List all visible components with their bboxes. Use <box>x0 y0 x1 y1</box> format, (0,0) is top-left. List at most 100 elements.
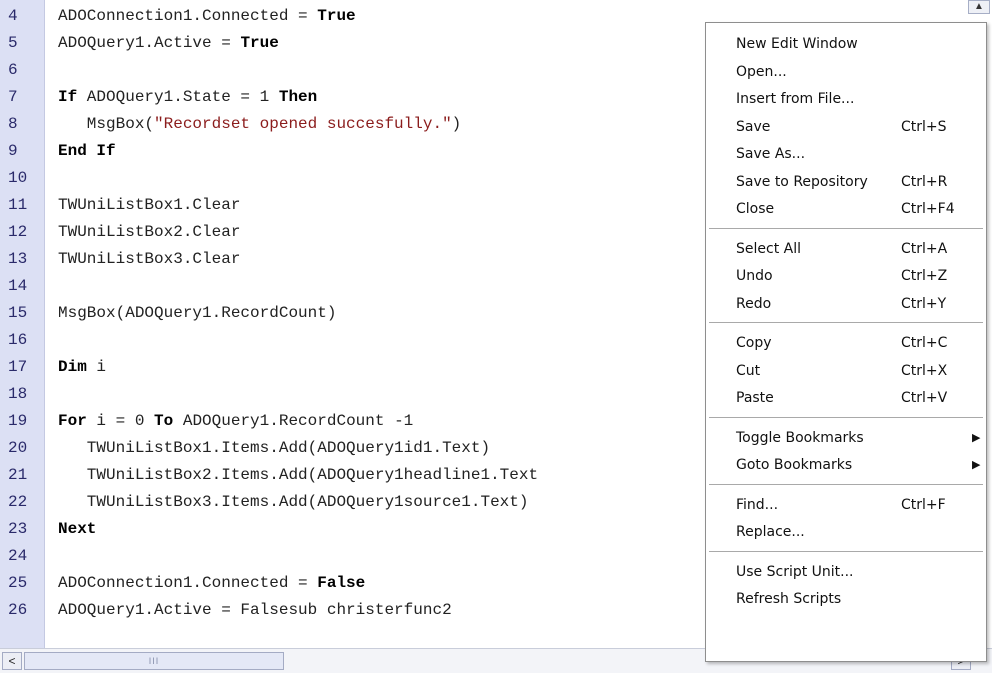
menu-item-copy[interactable]: Copy Ctrl+C <box>706 330 986 356</box>
line-number: 18 <box>8 385 28 403</box>
menu-item-label: New Edit Window <box>736 36 858 52</box>
menu-item-label: Open... <box>736 63 787 80</box>
menu-item-shortcut: Ctrl+F4 <box>901 201 955 217</box>
code-text[interactable]: ADOConnection1.Connected = False <box>58 570 365 597</box>
menu-item-redo[interactable]: Redo Ctrl+Y <box>706 291 986 317</box>
keyword-token: To <box>154 412 174 430</box>
code-text[interactable]: TWUniListBox3.Items.Add(ADOQuery1source1… <box>58 489 529 516</box>
menu-item-shortcut: Ctrl+S <box>901 118 947 135</box>
code-text[interactable]: ADOQuery1.Active = True <box>58 30 279 57</box>
line-number: 20 <box>8 439 28 457</box>
menu-item-label: Cut <box>736 362 761 379</box>
menu-item-save-as[interactable]: Save As... <box>706 141 986 167</box>
context-menu[interactable]: New Edit Window Open... Insert from File..… <box>705 22 987 662</box>
code-token: i <box>86 358 107 376</box>
code-text[interactable]: TWUniListBox2.Items.Add(ADOQuery1headlin… <box>58 462 538 489</box>
line-number: 6 <box>8 61 18 79</box>
code-token: TWUniListBox2.Items.Add(ADOQuery1headlin… <box>58 466 539 484</box>
code-text[interactable]: MsgBox(ADOQuery1.RecordCount) <box>58 300 336 327</box>
code-text[interactable]: TWUniListBox1.Items.Add(ADOQuery1id1.Tex… <box>58 435 490 462</box>
menu-item-label: Insert from File... <box>736 91 855 107</box>
menu-item-shortcut: Ctrl+R <box>901 173 948 190</box>
menu-item-paste[interactable]: Paste Ctrl+V <box>706 385 986 411</box>
keyword-token: End If <box>58 142 116 160</box>
menu-item-replace[interactable]: Replace... <box>706 519 986 545</box>
code-text[interactable]: End If <box>58 138 116 165</box>
code-text[interactable]: Next <box>58 516 96 543</box>
line-number: 19 <box>8 412 28 430</box>
menu-item-goto-bookmarks[interactable]: Goto Bookmarks ▶ <box>706 452 986 478</box>
keyword-token: For <box>58 412 87 430</box>
menu-item-shortcut: Ctrl+Y <box>901 295 947 312</box>
code-token: ADOQuery1.State = 1 <box>77 88 279 106</box>
menu-item-label: Save <box>736 118 771 135</box>
submenu-arrow-icon: ▶ <box>972 430 981 444</box>
keyword-token: If <box>58 88 78 106</box>
code-token: ADOConnection1.Connected = <box>58 574 318 592</box>
menu-item-save-to-repository[interactable]: Save to Repository Ctrl+R <box>706 169 986 195</box>
menu-item-undo[interactable]: Undo Ctrl+Z <box>706 263 986 289</box>
code-text[interactable]: ADOConnection1.Connected = True <box>58 3 356 30</box>
code-token: ) <box>451 115 462 133</box>
scrollbar-thumb[interactable]: III <box>24 652 284 670</box>
code-text[interactable]: TWUniListBox2.Clear <box>58 219 240 246</box>
line-number: 15 <box>8 304 28 322</box>
code-text[interactable]: For i = 0 To ADOQuery1.RecordCount -1 <box>58 408 413 435</box>
menu-separator <box>709 322 983 323</box>
menu-item-refresh-scripts[interactable]: Refresh Scripts <box>706 586 986 612</box>
menu-item-label: Paste <box>736 390 774 406</box>
menu-item-shortcut: Ctrl+F <box>901 496 946 513</box>
line-number: 23 <box>8 520 28 538</box>
code-token: MsgBox(ADOQuery1.RecordCount) <box>58 304 337 322</box>
menu-item-save[interactable]: Save Ctrl+S <box>706 114 986 140</box>
menu-item-label: Use Script Unit... <box>736 563 854 580</box>
menu-item-shortcut: Ctrl+A <box>901 240 948 257</box>
menu-item-label: Select All <box>736 240 801 257</box>
keyword-token: True <box>317 7 356 25</box>
menu-item-find[interactable]: Find... Ctrl+F <box>706 492 986 518</box>
menu-item-label: Redo <box>736 295 772 312</box>
line-number: 24 <box>8 547 28 565</box>
menu-item-new-edit-window[interactable]: New Edit Window <box>706 31 986 57</box>
menu-item-close[interactable]: Close Ctrl+F4 <box>706 196 986 222</box>
line-number: 26 <box>8 601 28 619</box>
menu-item-cut[interactable]: Cut Ctrl+X <box>706 358 986 384</box>
code-text[interactable]: TWUniListBox1.Clear <box>58 192 240 219</box>
code-text[interactable]: Dim i <box>58 354 106 381</box>
code-token: TWUniListBox1.Items.Add(ADOQuery1id1.Tex… <box>58 439 491 457</box>
line-number: 21 <box>8 466 28 484</box>
code-text[interactable]: ADOQuery1.Active = Falsesub christerfunc… <box>58 597 452 624</box>
line-number: 25 <box>8 574 28 592</box>
menu-item-label: Close <box>736 201 775 217</box>
code-token: TWUniListBox2.Clear <box>58 223 241 241</box>
keyword-token: False <box>317 574 366 592</box>
scroll-up-icon[interactable]: ▲ <box>968 0 990 14</box>
menu-item-label: Refresh Scripts <box>736 591 842 607</box>
keyword-token: Then <box>278 88 318 106</box>
menu-separator <box>709 416 983 418</box>
code-text[interactable]: TWUniListBox3.Clear <box>58 246 240 273</box>
menu-item-open[interactable]: Open... <box>706 59 986 85</box>
code-token: ADOQuery1.Active = Falsesub christerfunc… <box>58 601 452 619</box>
menu-item-use-script-unit[interactable]: Use Script Unit... <box>706 559 986 585</box>
code-text[interactable]: MsgBox("Recordset opened succesfully.") <box>58 111 461 138</box>
menu-item-insert-from-file[interactable]: Insert from File... <box>706 86 986 112</box>
menu-item-toggle-bookmarks[interactable]: Toggle Bookmarks ▶ <box>706 425 986 451</box>
menu-item-label: Undo <box>736 268 773 284</box>
code-token: TWUniListBox1.Clear <box>58 196 241 214</box>
menu-item-label: Goto Bookmarks <box>736 457 853 473</box>
line-number: 22 <box>8 493 28 511</box>
line-number: 13 <box>8 250 28 268</box>
line-number: 16 <box>8 331 28 349</box>
code-text[interactable]: If ADOQuery1.State = 1 Then <box>58 84 317 111</box>
line-number: 11 <box>8 196 28 214</box>
menu-item-select-all[interactable]: Select All Ctrl+A <box>706 236 986 262</box>
string-token: "Recordset opened succesfully." <box>154 115 452 133</box>
menu-separator <box>709 550 983 552</box>
scroll-left-button[interactable]: < <box>2 652 22 670</box>
menu-separator <box>709 483 983 485</box>
menu-separator <box>709 227 983 229</box>
menu-item-label: Copy <box>736 335 772 351</box>
line-number: 5 <box>8 34 18 52</box>
line-number: 9 <box>8 142 18 160</box>
